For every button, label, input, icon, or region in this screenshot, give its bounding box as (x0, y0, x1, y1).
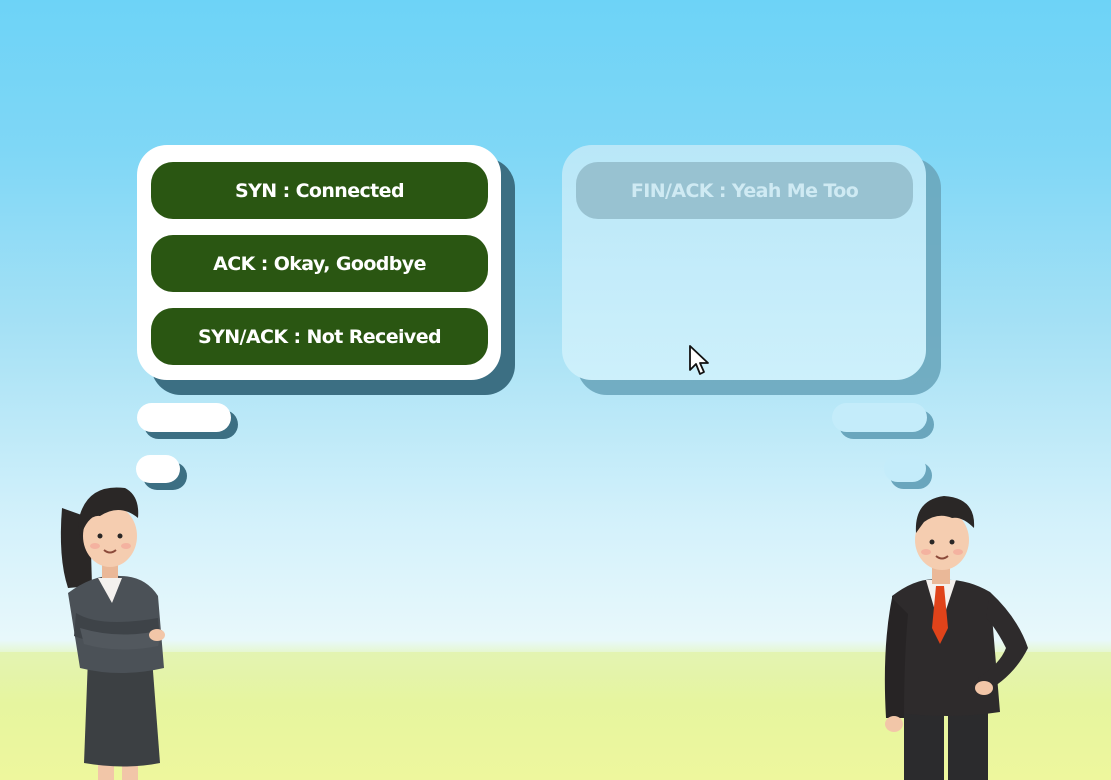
right-thought-bubble: FIN/ACK : Yeah Me Too (562, 145, 926, 380)
answer-option-2[interactable]: ACK : Okay, Goodbye (151, 235, 488, 292)
left-thought-bubble: SYN : Connected ACK : Okay, Goodbye SYN/… (137, 145, 501, 380)
response-message: FIN/ACK : Yeah Me Too (576, 162, 913, 219)
answer-option-3[interactable]: SYN/ACK : Not Received (151, 308, 488, 365)
mouse-pointer-icon (689, 345, 709, 375)
answer-option-1[interactable]: SYN : Connected (151, 162, 488, 219)
left-puff-large (137, 403, 231, 432)
businesswoman-character (60, 487, 165, 780)
right-puff-large (832, 403, 927, 432)
game-scene: SYN : Connected ACK : Okay, Goodbye SYN/… (0, 0, 1111, 780)
businessman-character (884, 496, 1028, 780)
right-puff-small (884, 455, 926, 482)
